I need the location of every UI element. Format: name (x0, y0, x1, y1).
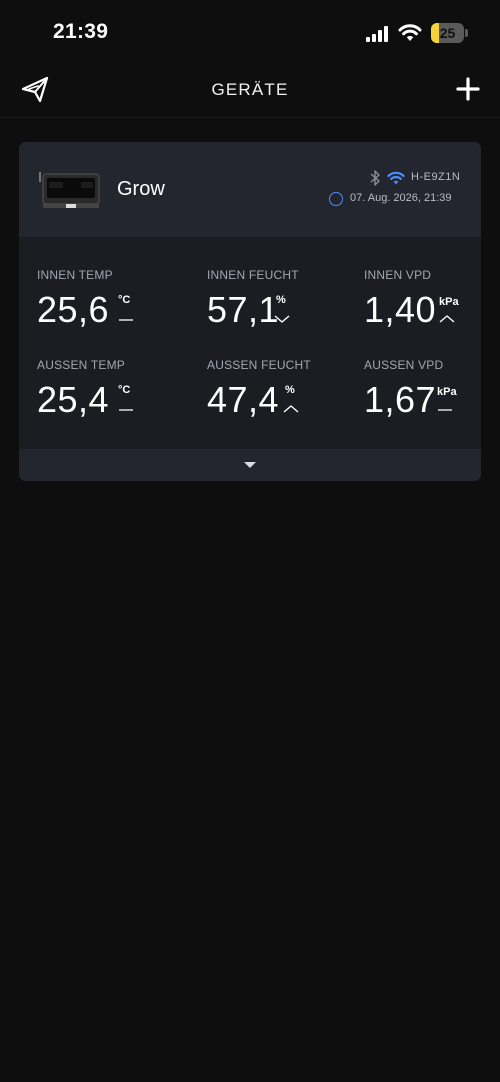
device-name: Grow (117, 178, 165, 200)
sync-status-icon (329, 192, 343, 206)
steady-trend-icon (119, 409, 133, 411)
cellular-signal-icon (366, 26, 388, 42)
battery-level: 25 (439, 25, 456, 41)
bluetooth-icon (370, 170, 380, 186)
expand-card-button[interactable] (19, 449, 481, 481)
trend-up-icon (283, 405, 299, 413)
trend-down-icon (274, 315, 290, 323)
wifi-status-icon (398, 24, 422, 41)
outer-temp-value: 25,4 (37, 379, 110, 420)
inner-humidity-label: INNEN FEUCHT (207, 268, 299, 282)
outer-humidity-value: 47,4 (207, 379, 280, 420)
outer-vpd-unit: kPa (437, 386, 457, 398)
inner-humidity-value: 57,1 (207, 289, 280, 330)
inner-temp-label: INNEN TEMP (37, 268, 113, 282)
device-controller-image (39, 172, 100, 208)
page-title: GERÄTE (211, 80, 289, 99)
device-card-header[interactable]: Grow H-E9Z1N 07. Aug. 2026, 21:39 (19, 142, 481, 237)
inner-vpd-label: INNEN VPD (364, 268, 432, 282)
outer-vpd-label: AUSSEN VPD (364, 358, 444, 372)
device-id: H-E9Z1N (411, 171, 461, 183)
inner-temp-value: 25,6 (37, 289, 110, 330)
outer-humidity-unit: % (285, 384, 295, 396)
outer-temp-unit: °C (118, 384, 131, 396)
inner-vpd-unit: kPa (439, 296, 459, 308)
steady-trend-icon (119, 319, 133, 321)
status-time: 21:39 (53, 20, 109, 43)
chevron-down-icon (244, 462, 256, 468)
nav-bar: GERÄTE (0, 64, 500, 118)
inner-temp-unit: °C (118, 294, 131, 306)
device-card[interactable]: Grow H-E9Z1N 07. Aug. 2026, 21:39 INNEN … (19, 142, 481, 481)
inner-vpd-value: 1,40 (364, 289, 437, 330)
trend-up-icon (439, 315, 455, 323)
steady-trend-icon (438, 409, 452, 411)
inner-humidity-unit: % (276, 294, 286, 306)
wifi-icon (387, 171, 405, 185)
last-update-timestamp: 07. Aug. 2026, 21:39 (350, 192, 452, 204)
outer-temp-label: AUSSEN TEMP (37, 358, 125, 372)
status-bar: 21:39 25 (0, 0, 500, 64)
battery-icon: 25 (431, 23, 469, 43)
outer-vpd-value: 1,67 (364, 379, 437, 420)
outer-humidity-label: AUSSEN FEUCHT (207, 358, 311, 372)
add-device-button[interactable] (456, 77, 480, 101)
